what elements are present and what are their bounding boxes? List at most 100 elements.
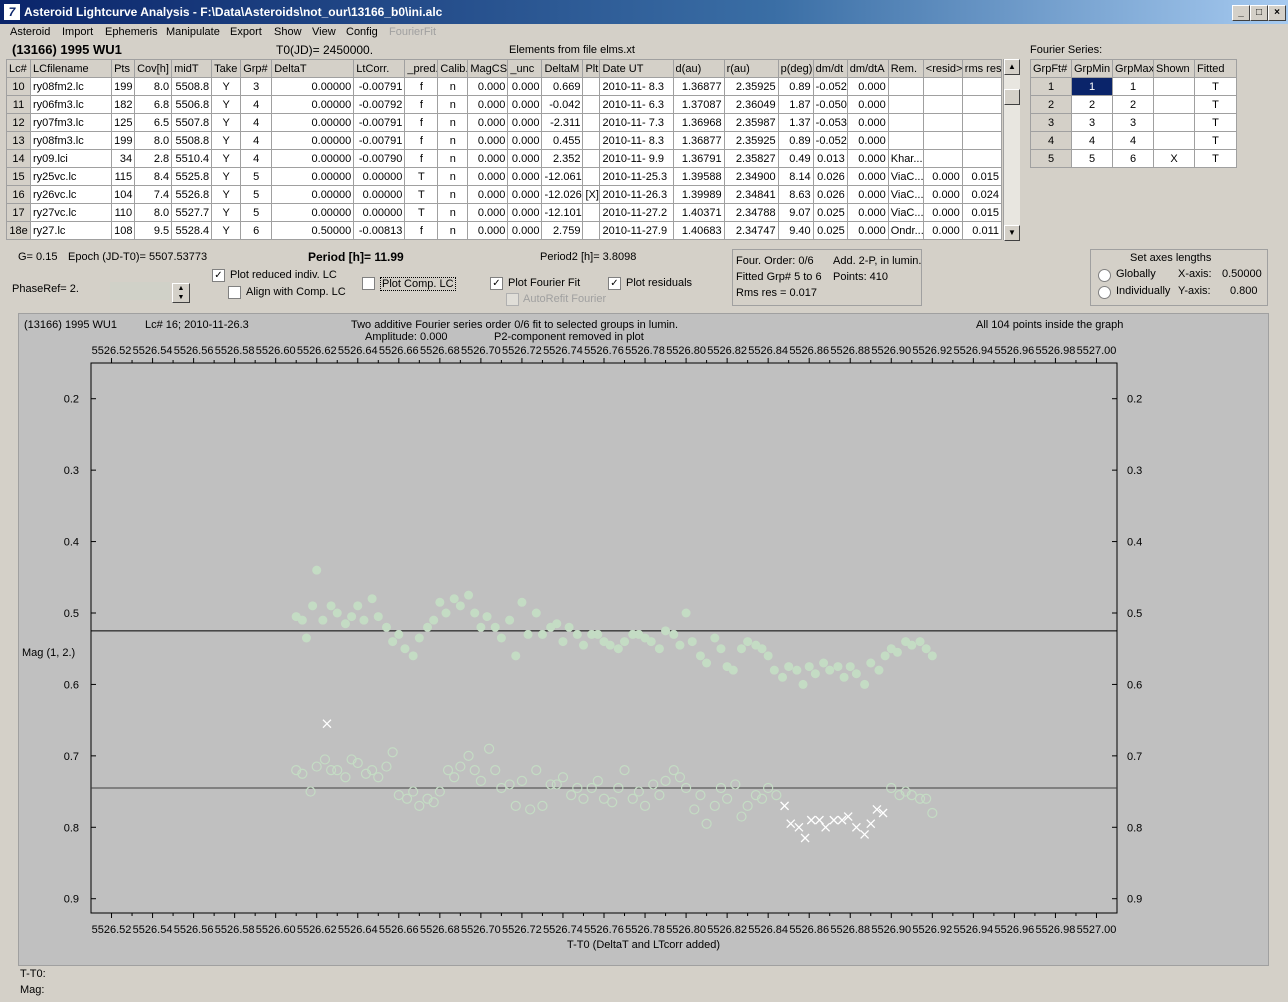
data-point xyxy=(810,669,820,679)
x-tick-label-top: 5526.70 xyxy=(461,345,501,357)
residual-point xyxy=(619,765,630,776)
x-tick-label: 5526.64 xyxy=(338,924,378,936)
residual-point xyxy=(332,765,343,776)
y-tick-label-right: 0.3 xyxy=(1127,465,1142,477)
data-point xyxy=(921,644,931,654)
residual-point xyxy=(381,761,392,772)
residual-point xyxy=(373,772,384,783)
data-point xyxy=(728,665,738,675)
x-tick-label-top: 5526.90 xyxy=(871,345,911,357)
data-point xyxy=(359,615,369,625)
x-tick-label: 5527.00 xyxy=(1077,924,1117,936)
x-tick-label: 5526.86 xyxy=(789,924,829,936)
residual-point xyxy=(387,747,398,758)
x-tick-label-top: 5526.86 xyxy=(789,345,829,357)
data-point xyxy=(531,608,541,618)
rejected-point xyxy=(806,815,816,825)
residual-point xyxy=(742,800,753,811)
x-tick-label: 5526.96 xyxy=(995,924,1035,936)
x-tick-label-top: 5526.80 xyxy=(666,345,706,357)
residual-point xyxy=(927,807,938,819)
data-point xyxy=(763,651,773,661)
data-point xyxy=(400,644,410,654)
data-point xyxy=(332,608,342,618)
x-tick-label: 5526.84 xyxy=(748,924,788,936)
data-point xyxy=(654,644,664,654)
data-point xyxy=(572,629,582,639)
data-point xyxy=(845,662,855,672)
rejected-point xyxy=(794,822,804,832)
x-tick-label-top: 5526.74 xyxy=(543,345,583,357)
x-tick-label-top: 5526.64 xyxy=(338,345,378,357)
data-point xyxy=(517,597,527,607)
data-point xyxy=(340,619,350,629)
data-point xyxy=(892,647,902,657)
rejected-point xyxy=(815,815,824,825)
data-point xyxy=(482,612,492,622)
rejected-point xyxy=(322,719,332,729)
residual-point xyxy=(483,743,495,754)
data-point xyxy=(915,637,925,647)
residual-point xyxy=(490,765,501,776)
lightcurve-chart[interactable]: 5526.525526.525526.545526.545526.565526.… xyxy=(0,0,1288,1002)
data-point xyxy=(593,629,603,639)
x-tick-label: 5526.82 xyxy=(707,924,747,936)
x-tick-label: 5526.58 xyxy=(215,924,255,936)
data-point xyxy=(769,665,779,675)
data-point xyxy=(326,601,336,611)
data-point xyxy=(669,629,679,639)
x-tick-label: 5526.74 xyxy=(543,924,583,936)
data-point xyxy=(839,672,849,682)
data-point xyxy=(308,601,318,611)
rejected-point xyxy=(866,819,876,829)
data-point xyxy=(833,662,843,672)
rejected-point xyxy=(851,822,861,832)
data-point xyxy=(505,615,515,625)
x-tick-label-top: 5526.58 xyxy=(215,345,255,357)
y-tick-label: 0.3 xyxy=(64,465,79,477)
residual-point xyxy=(537,800,548,811)
rejected-point xyxy=(800,833,810,843)
x-tick-label: 5526.98 xyxy=(1036,924,1076,936)
rejected-point xyxy=(780,801,790,811)
data-point xyxy=(880,651,890,661)
x-tick-label: 5526.92 xyxy=(912,924,952,936)
x-tick-label-top: 5526.52 xyxy=(92,345,132,357)
residual-point xyxy=(414,800,425,811)
y-tick-label-right: 0.5 xyxy=(1127,608,1142,620)
data-point xyxy=(860,679,870,689)
data-point xyxy=(757,644,767,654)
data-point xyxy=(373,612,383,622)
rejected-point xyxy=(821,822,831,832)
residual-point xyxy=(340,772,351,783)
data-point xyxy=(347,612,357,622)
x-tick-label-top: 5526.84 xyxy=(748,345,788,357)
x-tick-label-top: 5526.54 xyxy=(133,345,173,357)
data-point xyxy=(301,633,311,643)
data-point xyxy=(394,629,404,639)
residual-point xyxy=(639,800,651,811)
x-tick-label-top: 5526.92 xyxy=(912,345,952,357)
data-point xyxy=(564,622,574,632)
x-tick-label-top: 5526.62 xyxy=(297,345,337,357)
x-tick-label: 5526.60 xyxy=(256,924,296,936)
y-tick-label: 0.9 xyxy=(64,894,79,906)
x-tick-label: 5526.52 xyxy=(92,924,132,936)
data-point xyxy=(695,651,705,661)
data-point xyxy=(367,594,377,604)
x-tick-label: 5526.62 xyxy=(297,924,337,936)
residual-point xyxy=(531,765,542,776)
data-point xyxy=(605,640,615,650)
y-tick-label: 0.6 xyxy=(64,679,79,691)
x-tick-label: 5526.72 xyxy=(502,924,542,936)
residual-point xyxy=(654,790,665,801)
data-point xyxy=(784,662,794,672)
residual-point xyxy=(592,775,603,786)
data-point xyxy=(464,590,474,600)
data-point xyxy=(578,640,588,650)
rejected-point xyxy=(860,829,870,839)
x-tick-label: 5526.94 xyxy=(953,924,993,936)
residual-point xyxy=(689,804,700,815)
data-point xyxy=(381,622,391,632)
data-point xyxy=(825,665,835,675)
